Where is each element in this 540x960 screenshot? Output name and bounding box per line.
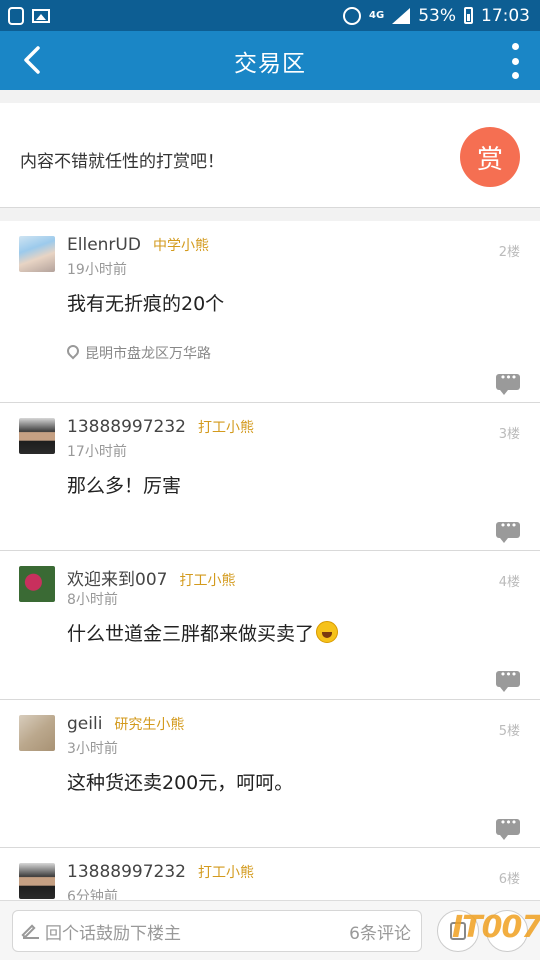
floor-number: 4楼 bbox=[498, 575, 520, 590]
battery-percent: 53% bbox=[418, 5, 456, 26]
share-button[interactable] bbox=[486, 910, 528, 952]
user-level-badge: 研究生小熊 bbox=[114, 717, 185, 733]
reply-button[interactable] bbox=[496, 668, 520, 692]
battery-icon bbox=[464, 7, 473, 24]
laughing-emoji-icon bbox=[316, 621, 339, 643]
comment-count[interactable]: 6条评论 bbox=[349, 919, 411, 944]
reply-button[interactable] bbox=[496, 519, 520, 543]
avatar[interactable] bbox=[19, 418, 55, 454]
status-bar: 4G 53% 17:03 bbox=[0, 0, 540, 31]
reward-tip-card: 内容不错就任性的打赏吧！ 赏 bbox=[0, 103, 540, 208]
floor-number: 5楼 bbox=[498, 724, 520, 739]
comment-author[interactable]: 欢迎来到007 打工小熊 bbox=[67, 565, 235, 590]
more-dot-icon bbox=[511, 72, 519, 79]
floor-number: 2楼 bbox=[498, 245, 520, 260]
location-pin-icon bbox=[67, 345, 79, 361]
author-name: geili bbox=[67, 714, 103, 734]
reply-button[interactable] bbox=[496, 371, 520, 395]
back-button[interactable] bbox=[14, 42, 50, 78]
more-menu-button[interactable] bbox=[508, 43, 522, 79]
location: 昆明市盘龙区万华路 bbox=[67, 343, 211, 363]
image-notification-icon bbox=[32, 8, 50, 23]
lock-notification-icon bbox=[8, 6, 24, 25]
reply-input[interactable]: 回个话鼓励下楼主 6条评论 bbox=[12, 910, 422, 952]
avatar[interactable] bbox=[19, 863, 55, 899]
avatar[interactable] bbox=[19, 236, 55, 272]
like-button[interactable] bbox=[437, 910, 479, 952]
user-level-badge: 中学小熊 bbox=[152, 238, 209, 254]
comment-item: 13888997232 打工小熊 6分钟前 6楼 bbox=[0, 848, 540, 908]
avatar[interactable] bbox=[19, 715, 55, 751]
comment-author[interactable]: 13888997232 打工小熊 bbox=[67, 862, 254, 882]
comment-author[interactable]: geili 研究生小熊 bbox=[67, 714, 184, 734]
comment-item: 13888997232 打工小熊 17小时前 3楼 那么多！厉害 bbox=[0, 403, 540, 551]
user-level-badge: 打工小熊 bbox=[179, 573, 236, 589]
pencil-icon bbox=[23, 923, 39, 939]
reply-placeholder: 回个话鼓励下楼主 bbox=[45, 923, 181, 944]
comment-list: EllenrUD 中学小熊 19小时前 2楼 我有无折痕的20个 昆明市盘龙区万华… bbox=[0, 221, 540, 908]
chevron-left-icon bbox=[24, 46, 40, 74]
comment-content: 我有无折痕的20个 bbox=[67, 293, 225, 315]
page-title: 交易区 bbox=[234, 50, 306, 77]
author-name: EllenrUD bbox=[67, 235, 141, 255]
comment-time: 19小时前 bbox=[67, 262, 127, 278]
floor-number: 6楼 bbox=[498, 872, 520, 887]
alarm-icon bbox=[343, 6, 362, 25]
author-name: 13888997232 bbox=[67, 862, 186, 882]
comment-author[interactable]: 13888997232 打工小熊 bbox=[67, 417, 254, 437]
reply-button[interactable] bbox=[496, 816, 520, 840]
signal-icon bbox=[392, 7, 411, 24]
comment-item: EllenrUD 中学小熊 19小时前 2楼 我有无折痕的20个 昆明市盘龙区万华… bbox=[0, 221, 540, 403]
thumbs-up-icon bbox=[450, 922, 466, 940]
comment-author[interactable]: EllenrUD 中学小熊 bbox=[67, 235, 209, 255]
comment-time: 3小时前 bbox=[67, 741, 118, 757]
comment-item: 欢迎来到007 打工小熊 8小时前 4楼 什么世道金三胖都来做买卖了 bbox=[0, 551, 540, 700]
reward-tip-text: 内容不错就任性的打赏吧！ bbox=[20, 152, 224, 172]
comment-time: 17小时前 bbox=[67, 444, 127, 460]
floor-number: 3楼 bbox=[498, 427, 520, 442]
comment-content: 那么多！厉害 bbox=[67, 475, 182, 497]
user-level-badge: 打工小熊 bbox=[197, 420, 254, 436]
avatar[interactable] bbox=[19, 566, 55, 602]
comment-text: 什么世道金三胖都来做买卖了 bbox=[67, 623, 315, 645]
clock: 17:03 bbox=[481, 5, 530, 26]
comment-item: geili 研究生小熊 3小时前 5楼 这种货还卖200元，呵呵。 bbox=[0, 700, 540, 848]
author-name: 欢迎来到007 bbox=[67, 570, 168, 590]
location-text: 昆明市盘龙区万华路 bbox=[85, 346, 211, 362]
title-bar: 交易区 bbox=[0, 31, 540, 90]
reward-button[interactable]: 赏 bbox=[460, 127, 520, 187]
bottom-bar: 回个话鼓励下楼主 6条评论 bbox=[0, 900, 540, 960]
comment-time: 8小时前 bbox=[67, 592, 118, 608]
comment-content: 这种货还卖200元，呵呵。 bbox=[67, 772, 294, 794]
author-name: 13888997232 bbox=[67, 417, 186, 437]
more-dot-icon bbox=[511, 43, 519, 50]
comment-content: 什么世道金三胖都来做买卖了 bbox=[67, 619, 339, 646]
more-dot-icon bbox=[511, 57, 519, 65]
network-type: 4G bbox=[369, 9, 385, 21]
user-level-badge: 打工小熊 bbox=[197, 865, 254, 881]
